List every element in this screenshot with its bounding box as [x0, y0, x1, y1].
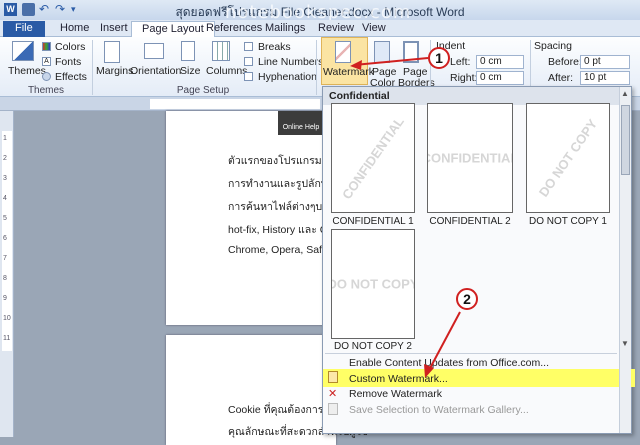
arrow-1	[353, 57, 429, 66]
annotation-arrows	[350, 57, 461, 378]
annotation-step-2: 2	[456, 288, 478, 310]
arrow-2	[427, 311, 461, 373]
arrow-1-head	[350, 60, 362, 70]
arrow-2-head	[424, 364, 434, 378]
annotation-step-1: 1	[428, 47, 450, 69]
